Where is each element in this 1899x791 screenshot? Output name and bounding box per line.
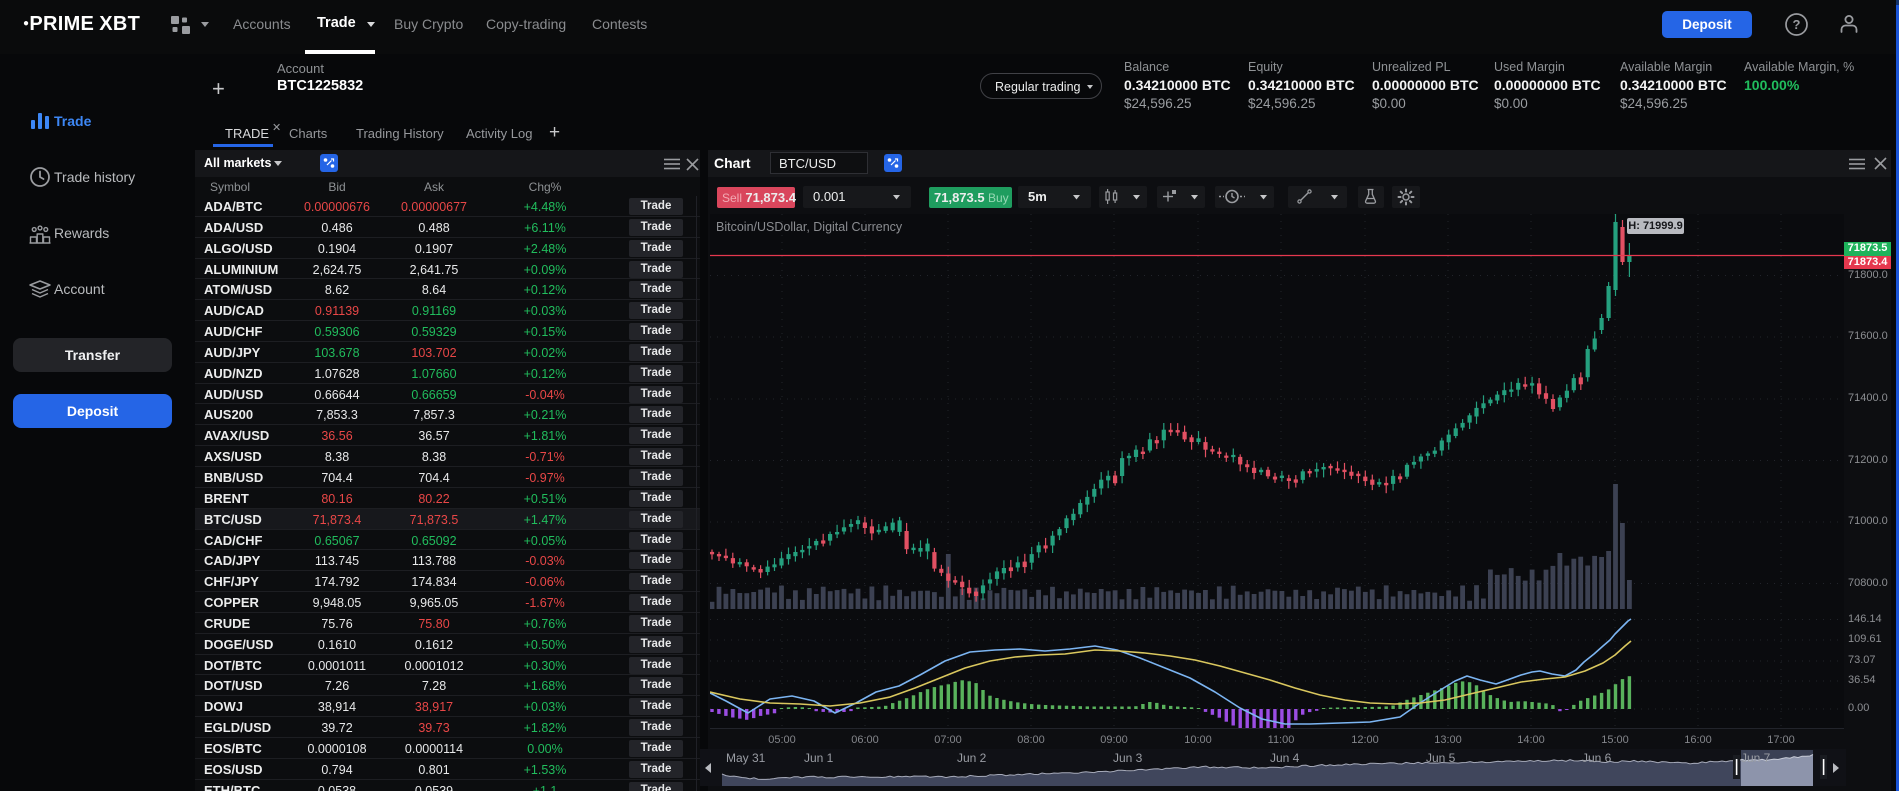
svg-text:?: ? (1793, 17, 1801, 32)
